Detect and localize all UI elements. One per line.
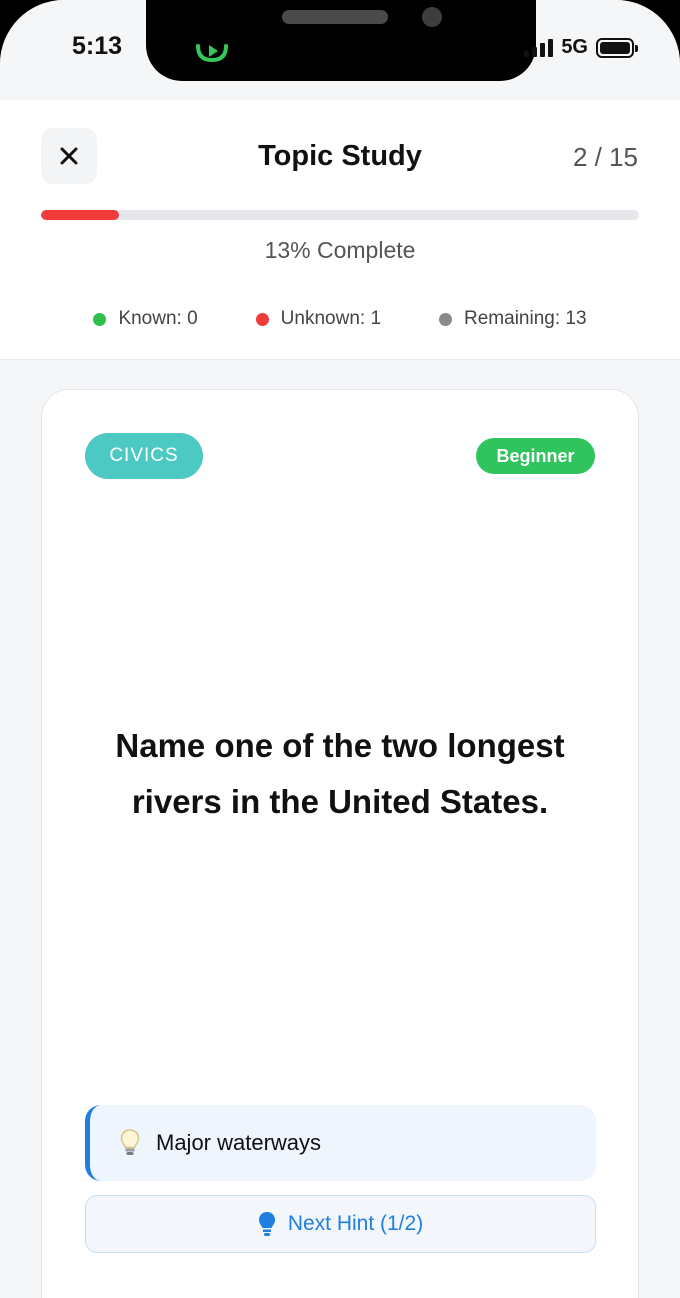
lightbulb-icon [120,1129,140,1155]
stat-known: Known: 0 [93,308,198,330]
dynamic-island [146,0,536,81]
progress-bar [41,210,639,220]
stat-unknown: Unknown: 1 [255,308,381,330]
flashcard[interactable]: CIVICS Beginner Name one of the two long… [41,389,639,1298]
lightbulb-icon [258,1212,275,1236]
app-screen: 5:13 5G Topic Study 2 / 15 13% Complete … [0,0,680,1298]
battery-icon [596,37,638,58]
level-badge: Beginner [476,438,595,474]
next-hint-label: Next Hint (1/2) [287,1212,424,1235]
study-stats: Known: 0 Unknown: 1 Remaining: 13 [0,308,680,330]
progress-fill [41,210,119,220]
stat-remaining: Remaining: 13 [439,308,587,330]
study-header: Topic Study 2 / 15 13% Complete Known: 0… [0,100,680,360]
status-bar: 5:13 5G [0,0,680,100]
screen-recording-icon [196,44,228,62]
topic-tag: CIVICS [85,433,203,479]
progress-label: 13% Complete [264,237,416,263]
status-time: 5:13 [72,32,123,60]
network-label: 5G [561,36,588,58]
known-dot-icon [93,312,107,326]
card-counter: 2 / 15 [572,142,638,172]
question-text: Name one of the two longest rivers in th… [115,727,565,820]
hint-box: Major waterways [85,1105,596,1181]
unknown-dot-icon [255,312,269,326]
hint-text: Major waterways [156,1130,322,1155]
remaining-dot-icon [439,312,453,326]
signal-icon [524,38,554,57]
next-hint-button[interactable]: Next Hint (1/2) [85,1195,596,1253]
